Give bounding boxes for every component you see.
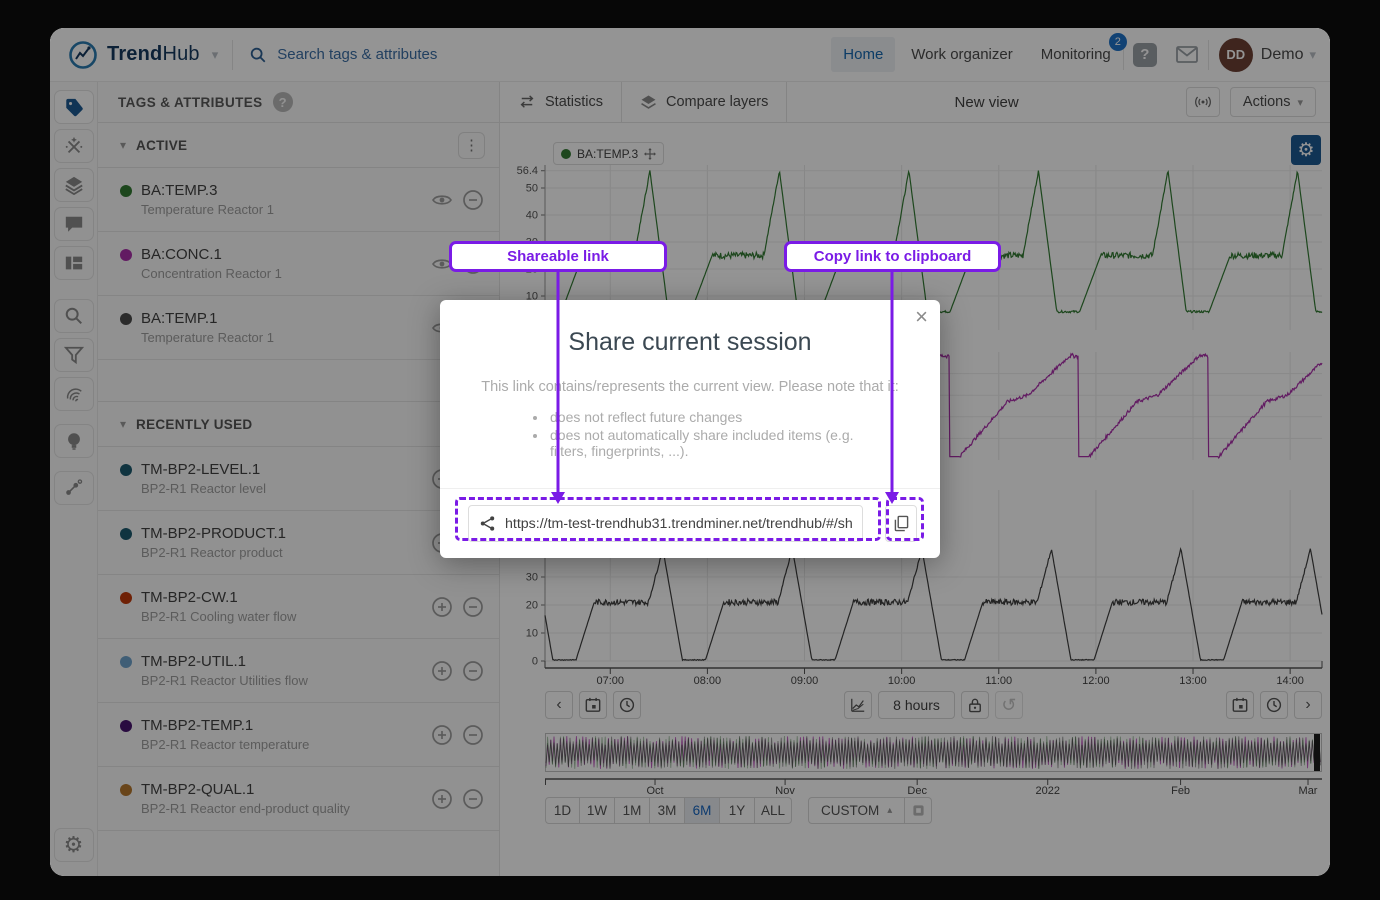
- trendhub-app-window: TrendHub ▾ Home Work organizer Monitorin…: [50, 28, 1330, 876]
- annotation-copy-link: Copy link to clipboard: [784, 241, 1001, 272]
- modal-footer: [440, 488, 940, 558]
- modal-bullet: does not reflect future changes: [548, 409, 878, 425]
- share-link-field[interactable]: [468, 505, 863, 542]
- share-url-input[interactable]: [505, 516, 852, 532]
- copy-icon: [894, 515, 909, 532]
- modal-bullet-list: does not reflect future changes does not…: [548, 409, 878, 459]
- modal-intro: This link contains/represents the curren…: [440, 379, 940, 395]
- close-icon[interactable]: ×: [915, 306, 928, 328]
- share-icon: [479, 515, 496, 532]
- modal-bullet: does not automatically share included it…: [548, 427, 878, 459]
- copy-link-button[interactable]: [885, 505, 917, 542]
- modal-title: Share current session: [440, 328, 940, 357]
- annotation-shareable-link: Shareable link: [449, 241, 667, 272]
- share-session-modal: × Share current session This link contai…: [440, 300, 940, 558]
